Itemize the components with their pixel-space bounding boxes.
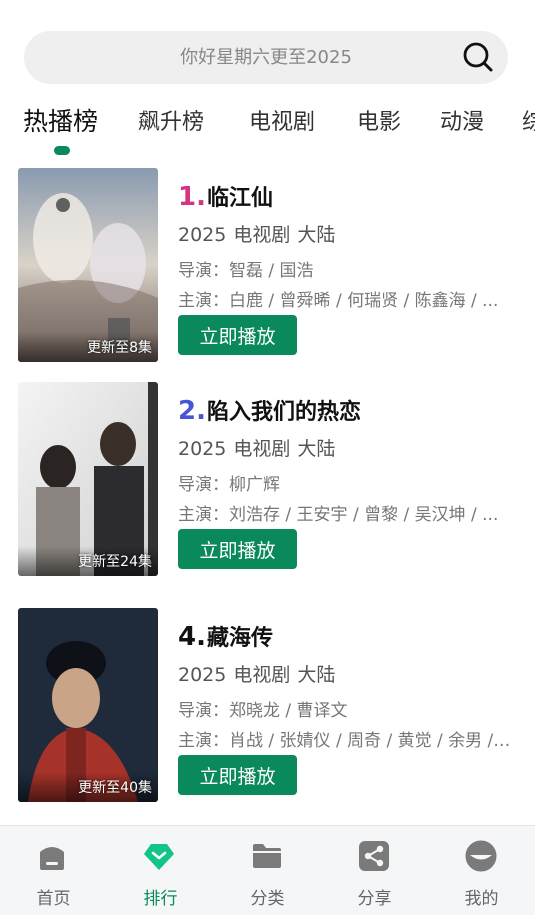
cast-text: 主演：肖战 / 张婧仪 / 周奇 / 黄觉 / 余男 / ... — [178, 731, 513, 751]
profile-icon — [465, 840, 497, 872]
item-title[interactable]: 2.陷入我们的热恋 — [178, 394, 361, 426]
home-icon — [40, 847, 64, 870]
rank-number: 1. — [178, 182, 206, 212]
search-bar[interactable]: 你好星期六更至2025 — [24, 31, 508, 84]
episode-badge: 更新至8集 — [87, 340, 152, 356]
poster[interactable]: 更新至8集 — [18, 168, 158, 362]
episode-badge: 更新至24集 — [78, 554, 152, 570]
search-input[interactable]: 你好星期六更至2025 — [24, 31, 508, 84]
tab-anime[interactable]: 动漫 — [440, 104, 484, 136]
cast-text: 主演：刘浩存 / 王安宇 / 曾黎 / 吴汉坤 / ... — [178, 505, 499, 525]
nav-profile[interactable]: 我的 — [428, 826, 535, 915]
play-button[interactable]: 立即播放 — [178, 755, 297, 795]
list-item[interactable]: 更新至40集 4.藏海传 2025 电视剧 大陆 导演：郑晓龙 / 曹译文 主演：肖… — [0, 608, 535, 802]
tab-indicator — [54, 146, 70, 155]
folder-icon — [253, 844, 281, 868]
item-meta: 2025 电视剧 大陆 — [178, 224, 336, 246]
ranking-icon — [144, 844, 174, 870]
director-text: 导演：郑晓龙 / 曹译文 — [178, 701, 348, 721]
rank-number: 2. — [178, 396, 206, 426]
nav-home[interactable]: 首页 — [0, 826, 107, 915]
share-icon — [359, 841, 389, 871]
rank-number: 4. — [178, 622, 206, 652]
play-button[interactable]: 立即播放 — [178, 315, 297, 355]
item-title[interactable]: 1.临江仙 — [178, 180, 273, 212]
list-item[interactable]: 更新至8集 1.临江仙 2025 电视剧 大陆 导演：智磊 / 国浩 主演：白鹿 /… — [0, 168, 535, 362]
bottom-nav: 首页 排行 分类 分享 我的 — [0, 825, 535, 915]
cast-text: 主演：白鹿 / 曾舜晞 / 何瑞贤 / 陈鑫海 / ... — [178, 291, 499, 311]
nav-ranking[interactable]: 排行 — [107, 826, 214, 915]
search-icon[interactable] — [462, 41, 494, 73]
play-button[interactable]: 立即播放 — [178, 529, 297, 569]
tab-rising[interactable]: 飙升榜 — [138, 104, 204, 136]
item-title[interactable]: 4.藏海传 — [178, 620, 273, 652]
nav-category[interactable]: 分类 — [214, 826, 321, 915]
poster[interactable]: 更新至24集 — [18, 382, 158, 576]
director-text: 导演：智磊 / 国浩 — [178, 261, 314, 281]
episode-badge: 更新至40集 — [78, 780, 152, 796]
category-tabs: 热播榜 飙升榜 电视剧 电影 动漫 综 — [0, 100, 535, 160]
poster[interactable]: 更新至40集 — [18, 608, 158, 802]
item-meta: 2025 电视剧 大陆 — [178, 438, 336, 460]
director-text: 导演：柳广辉 — [178, 475, 280, 495]
tab-movie[interactable]: 电影 — [357, 104, 401, 136]
list-item[interactable]: 更新至24集 2.陷入我们的热恋 2025 电视剧 大陆 导演：柳广辉 主演：刘浩存… — [0, 382, 535, 576]
tab-hot[interactable]: 热播榜 — [23, 102, 98, 138]
item-meta: 2025 电视剧 大陆 — [178, 664, 336, 686]
tab-tv[interactable]: 电视剧 — [249, 104, 315, 136]
nav-share[interactable]: 分享 — [321, 826, 428, 915]
tab-variety[interactable]: 综 — [522, 104, 535, 136]
